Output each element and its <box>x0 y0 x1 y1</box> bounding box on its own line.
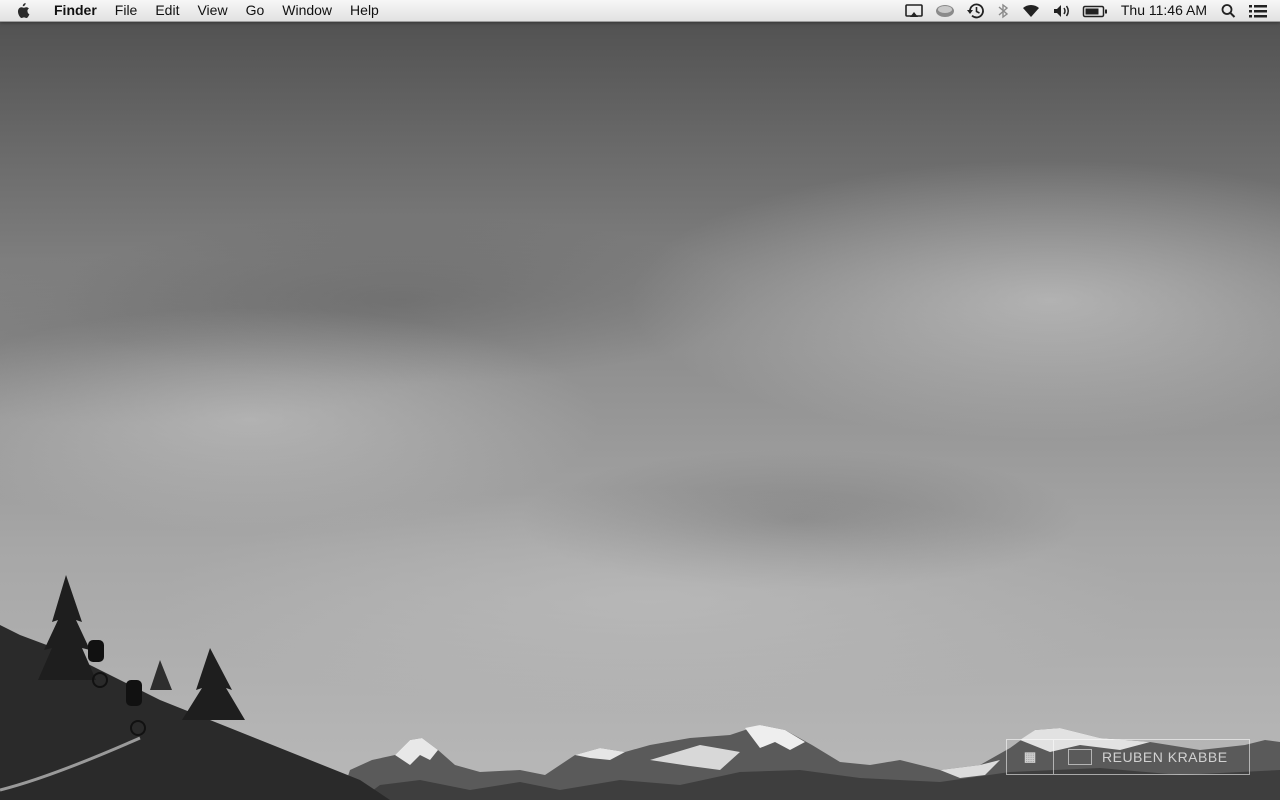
watermark-text: REUBEN KRABBE <box>1102 749 1228 765</box>
menu-file[interactable]: File <box>106 0 147 21</box>
photographer-watermark: ▦ REUBEN KRABBE <box>1006 739 1250 775</box>
volume-icon[interactable] <box>1047 0 1077 21</box>
desktop-wallpaper[interactable]: ▦ REUBEN KRABBE <box>0 0 1280 800</box>
app-menu-finder[interactable]: Finder <box>44 0 106 21</box>
apple-logo-icon[interactable] <box>0 0 44 21</box>
disk-icon[interactable] <box>929 0 961 21</box>
menu-view[interactable]: View <box>188 0 236 21</box>
time-machine-icon[interactable] <box>961 0 991 21</box>
battery-icon[interactable] <box>1077 0 1113 21</box>
bluetooth-icon[interactable] <box>991 0 1015 21</box>
menu-go[interactable]: Go <box>237 0 274 21</box>
camera-icon <box>1068 749 1092 765</box>
wifi-icon[interactable] <box>1015 0 1047 21</box>
watermark-logo-icon: ▦ <box>1007 740 1054 774</box>
menubar-clock[interactable]: Thu 11:46 AM <box>1113 0 1215 21</box>
menu-bar: Finder File Edit View Go Window Help Thu… <box>0 0 1280 22</box>
menu-window[interactable]: Window <box>273 0 341 21</box>
menu-edit[interactable]: Edit <box>146 0 188 21</box>
notification-center-icon[interactable] <box>1243 0 1280 21</box>
mountain-landscape <box>0 575 1280 800</box>
menu-help[interactable]: Help <box>341 0 388 21</box>
airplay-icon[interactable] <box>899 0 929 21</box>
spotlight-search-icon[interactable] <box>1215 0 1243 21</box>
